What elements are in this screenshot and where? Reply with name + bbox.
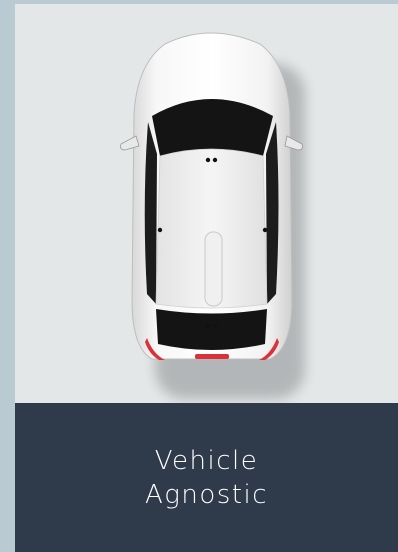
- roof-handle: [204, 231, 223, 307]
- roof-dot: [157, 227, 163, 233]
- caption-line-vehicle: Vehicle: [154, 445, 259, 476]
- roof-dot: [205, 157, 211, 163]
- center-taillight: [195, 354, 229, 359]
- car-top-view-illustration: [120, 32, 305, 399]
- roof-dot: [212, 157, 218, 163]
- rear-window: [156, 309, 267, 350]
- windshield: [152, 99, 273, 156]
- roof-dot: [205, 323, 211, 329]
- roof-dot: [212, 323, 218, 329]
- car-image-panel: [15, 4, 398, 403]
- feature-card: Vehicle Agnostic: [15, 4, 398, 552]
- caption: Vehicle Agnostic: [15, 403, 398, 552]
- caption-line-agnostic: Agnostic: [144, 479, 269, 510]
- left-side-window: [144, 122, 157, 304]
- right-side-window: [266, 122, 279, 304]
- roof-dot: [262, 227, 268, 233]
